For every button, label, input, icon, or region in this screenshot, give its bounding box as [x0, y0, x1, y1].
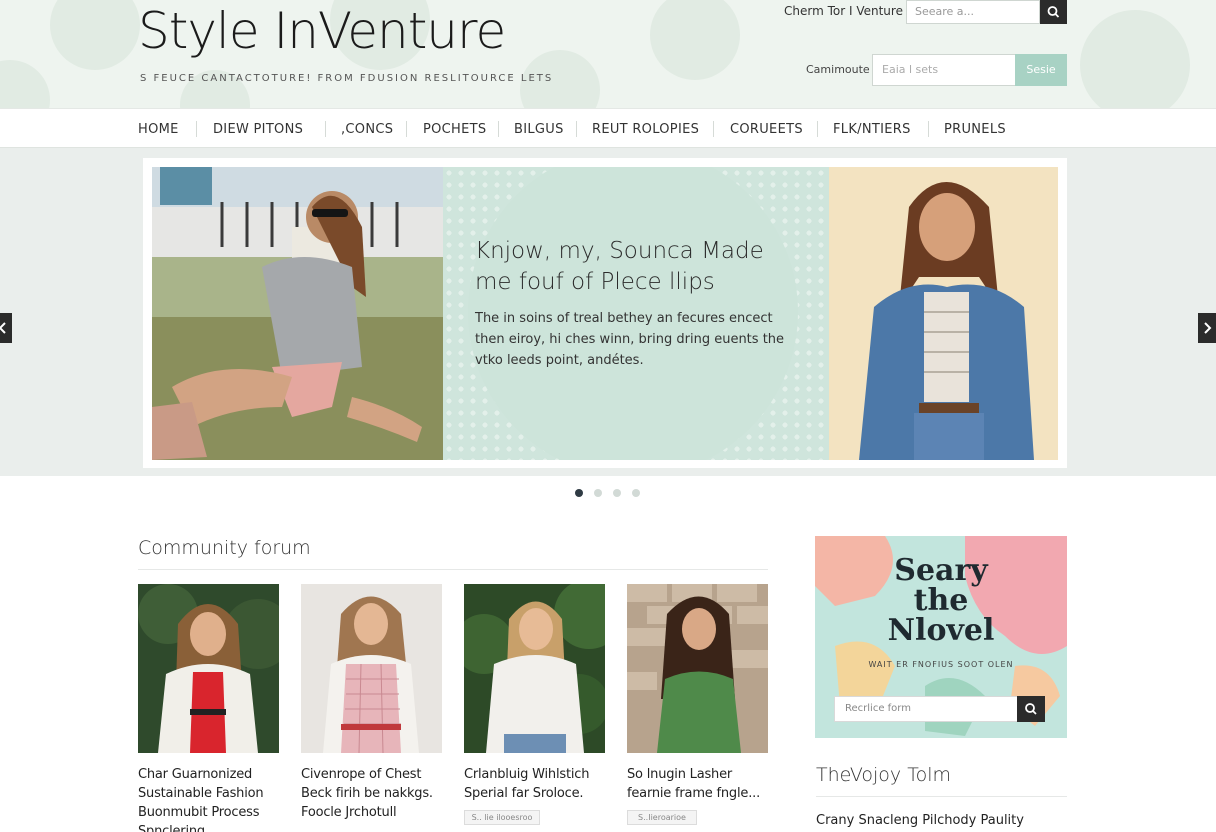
nav-divider [928, 121, 929, 137]
email-field[interactable]: Eaia l sets [872, 54, 1016, 86]
promo-search-button[interactable] [1017, 696, 1045, 722]
nav-item-3[interactable]: ,CONCS [341, 122, 393, 137]
slider-dot-1[interactable] [575, 489, 583, 497]
section-divider [138, 569, 768, 570]
header-pattern [1080, 10, 1190, 108]
nav-divider [325, 121, 326, 137]
top-account-link[interactable]: Cherm Tor I Venture [784, 4, 903, 18]
slider-dot-3[interactable] [613, 489, 621, 497]
search-icon [1047, 6, 1060, 18]
nav-divider [713, 121, 714, 137]
sidebar-section-title: TheVojoy Tolm [816, 764, 951, 786]
slider-dot-4[interactable] [632, 489, 640, 497]
hero-headline: Knjow, my, Sounca Made me fouf of Plece … [475, 238, 764, 295]
chevron-right-icon [1204, 322, 1212, 334]
hero-photo-right [829, 167, 1058, 460]
post-title-4[interactable]: So lnugin Lasher fearnie frame fngle... [627, 765, 777, 803]
nav-divider [576, 121, 577, 137]
search-icon [1025, 703, 1037, 715]
post-thumbnail-1[interactable] [138, 584, 279, 753]
nav-item-2[interactable]: DIEW PITONS [213, 122, 303, 137]
post-tag-3[interactable]: S.. lie ilooesroo [464, 810, 540, 825]
post-thumbnail-3[interactable] [464, 584, 605, 753]
nav-divider [196, 121, 197, 137]
promo-title-line-1: Seary [894, 553, 988, 588]
nav-item-6[interactable]: REUT ROLOPIES [592, 122, 699, 137]
site-tagline: S FEUCE CANTACTOTURE! FROM FDUSION RESLI… [140, 73, 554, 84]
post-title-1[interactable]: Char Guarnonized Sustainable Fashion Buo… [138, 765, 288, 832]
promo-card-subtitle: WAIT ER FNOFIUS SOOT OLEN [868, 660, 1014, 669]
hero-body-text: The in soins of treal bethey an fecures … [475, 311, 785, 368]
promo-card-title: Seary the Nlovel [815, 556, 1067, 646]
chevron-left-icon [0, 322, 6, 334]
header-pattern [0, 60, 50, 108]
nav-divider [406, 121, 407, 137]
nav-item-9[interactable]: PRUNELS [944, 122, 1006, 137]
nav-item-7[interactable]: CORUEETS [730, 122, 803, 137]
promo-search-input[interactable]: Recrlice form [834, 696, 1018, 722]
nav-divider [498, 121, 499, 137]
sidebar-list-item[interactable]: Crany Snacleng Pilchody Paulity [816, 813, 1024, 828]
post-thumbnail-4[interactable] [627, 584, 768, 753]
slider-next-button[interactable] [1198, 313, 1216, 343]
header-pattern [50, 0, 140, 70]
slider-prev-button[interactable] [0, 313, 12, 343]
slider-dot-2[interactable] [594, 489, 602, 497]
sidebar-divider [816, 796, 1067, 797]
promo-title-line-3: Nlovel [887, 613, 995, 648]
site-logo-title[interactable]: Style InVenture [138, 2, 506, 60]
nav-divider [817, 121, 818, 137]
nav-item-5[interactable]: BILGUS [514, 122, 564, 137]
nav-item-8[interactable]: FLK/NTIERS [833, 122, 911, 137]
community-forum-title: Community forum [138, 537, 311, 559]
top-search-button[interactable] [1040, 0, 1067, 24]
nav-item-4[interactable]: POCHETS [423, 122, 486, 137]
post-tag-4[interactable]: S..Iieroarioe [627, 810, 697, 825]
subscribe-button[interactable]: Sesie [1015, 54, 1067, 86]
header-pattern [650, 0, 740, 80]
post-title-2[interactable]: Civenrope of Chest Beck firih be nakkgs.… [301, 765, 451, 822]
nav-item-home[interactable]: HOME [138, 122, 179, 137]
main-nav: HOME DIEW PITONS ,CONCS POCHETS BILGUS R… [0, 108, 1216, 148]
hero-photo-left [152, 167, 443, 460]
post-title-3[interactable]: Crlanbluig Wihlstich Sperial far Sroloce… [464, 765, 614, 803]
subscribe-label: Camimoute [806, 63, 870, 76]
promo-title-line-2: the [913, 583, 969, 618]
top-search-input[interactable]: Seeare a... [906, 0, 1040, 24]
post-thumbnail-2[interactable] [301, 584, 442, 753]
